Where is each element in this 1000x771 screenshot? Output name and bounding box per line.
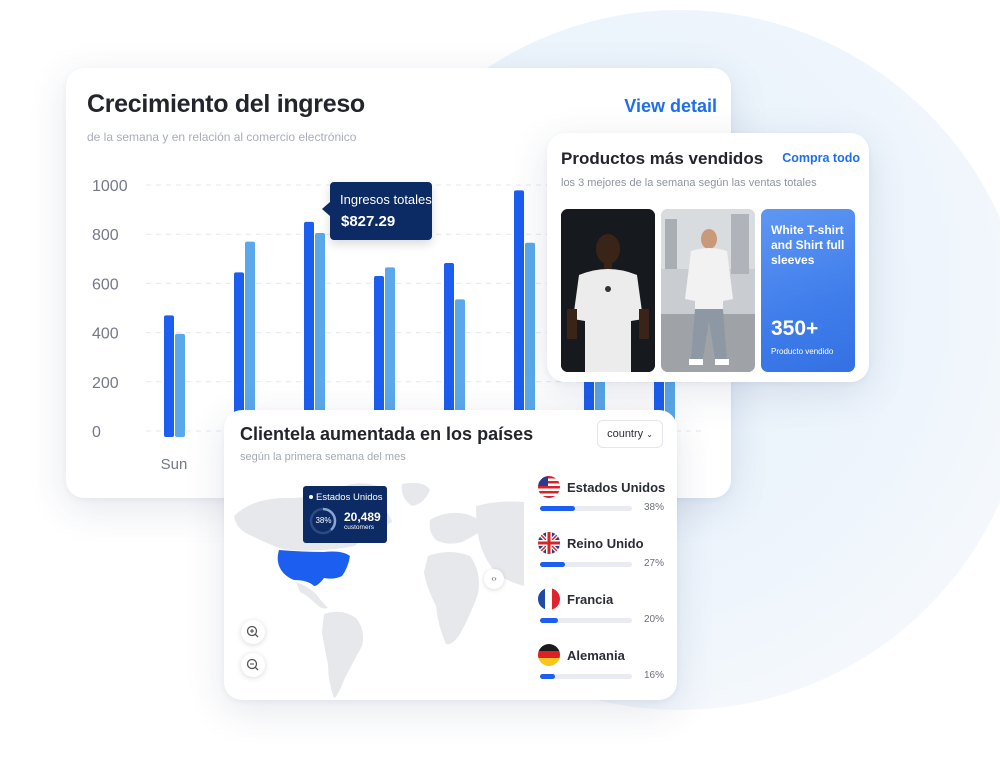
bar-series-2[interactable] (525, 242, 535, 437)
tooltip-label: Ingresos totales (340, 192, 432, 207)
bar-series-1[interactable] (514, 190, 524, 437)
bar-series-1[interactable] (164, 315, 174, 437)
y-tick-label: 400 (92, 326, 119, 343)
us-flag-icon (538, 476, 560, 498)
chevron-down-icon: ⌄ (646, 430, 653, 439)
bar-series-2[interactable] (175, 333, 185, 437)
y-tick-label: 0 (92, 424, 101, 441)
view-detail-link[interactable]: View detail (624, 96, 717, 117)
clients-card-subtitle: según la primera semana del mes (240, 451, 406, 463)
uk-flag-icon (538, 532, 560, 554)
revenue-card-subtitle: de la semana y en relación al comercio e… (87, 130, 357, 144)
zoom-out-button[interactable] (241, 653, 265, 677)
pan-arrows-button[interactable]: ‹› (484, 569, 504, 589)
country-name: Estados Unidos (567, 480, 666, 495)
country-name: Reino Unido (567, 536, 644, 551)
country-row-us: Estados Unidos 38% (538, 476, 666, 524)
country-row-uk: Reino Unido 27% (538, 532, 664, 580)
france-flag-icon (538, 588, 560, 610)
featured-product-tile[interactable]: White T-shirt and Shirt full sleeves 350… (761, 209, 855, 372)
revenue-card-title: Crecimiento del ingreso (87, 90, 365, 118)
progress-track (540, 562, 632, 567)
featured-product-name: White T-shirt and Shirt full sleeves (771, 223, 845, 267)
map-tooltip-count: 20,489 (344, 510, 381, 524)
map-tooltip: Estados Unidos 38% 20,489 customers (303, 486, 387, 543)
progress-track (540, 506, 632, 511)
country-percent: 38% (643, 502, 664, 513)
clients-by-country-card: Clientela aumentada en los países según … (224, 410, 677, 700)
country-percent: 16% (643, 670, 664, 681)
map-tooltip-unit: customers (344, 524, 374, 531)
products-card-title: Productos más vendidos (561, 149, 764, 168)
products-card-subtitle: los 3 mejores de la semana según las ven… (561, 177, 817, 189)
country-dropdown-label: country (607, 428, 644, 440)
y-tick-label: 200 (92, 375, 119, 392)
zoom-in-button[interactable] (241, 620, 265, 644)
featured-product-count: 350+ (771, 317, 819, 340)
zoom-out-icon (246, 658, 259, 671)
best-selling-products-card: Productos más vendidos Compra todo los 3… (547, 133, 869, 382)
country-dropdown[interactable]: country ⌄ (597, 420, 663, 448)
tooltip-dot (309, 495, 313, 499)
germany-flag-icon (538, 644, 560, 666)
bar-series-2[interactable] (245, 241, 255, 437)
country-row-france: Francia 20% (538, 588, 664, 636)
shop-all-link[interactable]: Compra todo (782, 151, 860, 165)
country-name: Francia (567, 592, 614, 607)
bar-series-2[interactable] (315, 232, 325, 437)
revenue-tooltip: Ingresos totales $827.29 (322, 182, 432, 240)
x-tick-label: Sun (161, 456, 188, 473)
product-photo-shirt[interactable] (661, 209, 755, 372)
country-percent: 27% (643, 558, 664, 569)
map-tooltip-country: Estados Unidos (316, 492, 383, 503)
y-tick-label: 800 (92, 227, 119, 244)
progress-fill (540, 618, 559, 623)
tooltip-value: $827.29 (341, 213, 396, 230)
y-tick-label: 600 (92, 276, 119, 293)
progress-fill (540, 562, 565, 567)
country-name: Alemania (567, 648, 625, 663)
y-tick-label: 1000 (92, 178, 128, 195)
progress-fill (540, 674, 555, 679)
progress-track (540, 618, 632, 623)
bar-series-1[interactable] (304, 221, 314, 437)
progress-track (540, 674, 632, 679)
code-arrows-icon: ‹› (491, 574, 497, 583)
product-photo-tshirt[interactable] (561, 209, 655, 372)
country-percent: 20% (643, 614, 664, 625)
featured-product-label: Producto vendido (771, 347, 834, 356)
country-row-germany: Alemania 16% (538, 644, 664, 692)
map-tooltip-percent: 38% (315, 516, 332, 525)
progress-fill (540, 506, 575, 511)
united-states-region (277, 550, 350, 586)
clients-card-title: Clientela aumentada en los países (240, 424, 534, 444)
zoom-in-icon (246, 625, 259, 638)
